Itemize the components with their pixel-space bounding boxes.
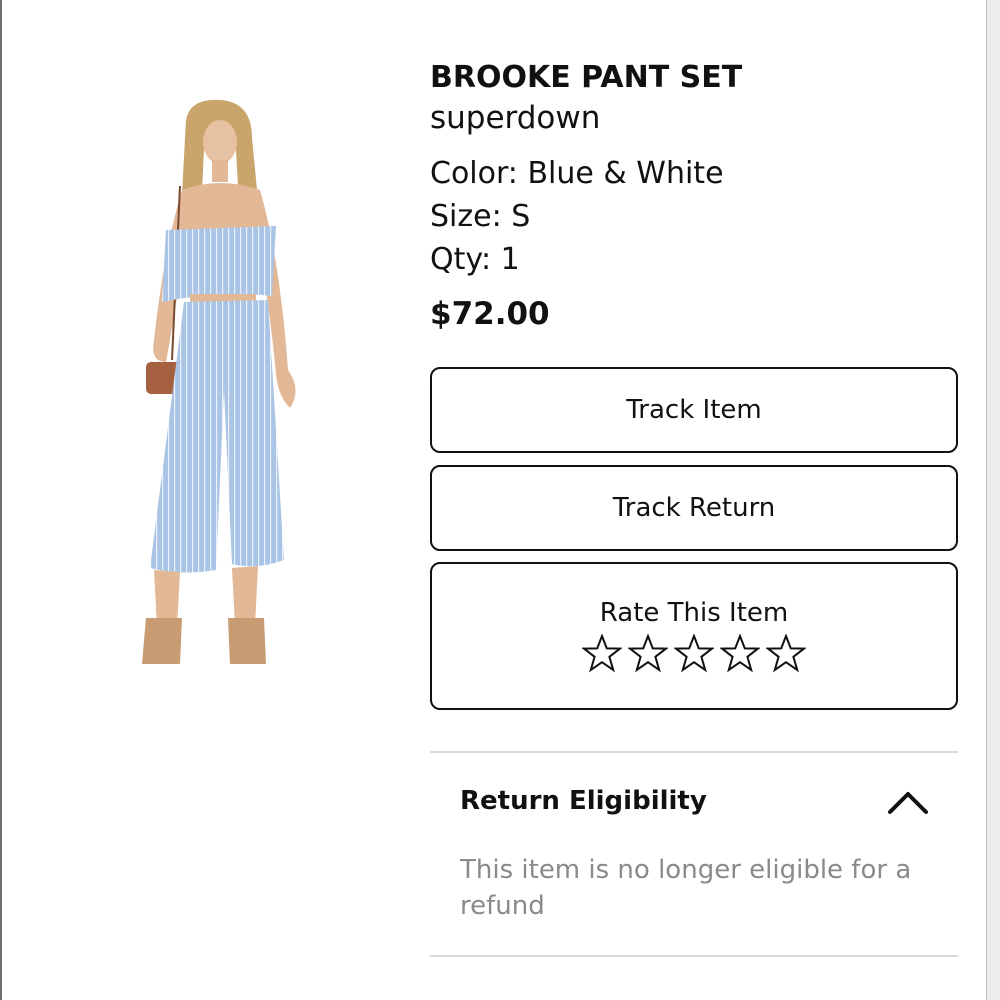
track-return-label: Track Return [612,493,776,523]
product-price: $72.00 [430,296,550,332]
star-outline-icon[interactable] [582,634,622,674]
product-color: Color: Blue & White [430,156,724,191]
section-divider [430,955,958,957]
star-outline-icon[interactable] [766,634,806,674]
star-outline-icon[interactable] [674,634,714,674]
rate-item-panel: Rate This Item [430,562,958,710]
return-eligibility-title: Return Eligibility [460,786,707,816]
star-outline-icon[interactable] [720,634,760,674]
rate-item-label: Rate This Item [599,598,789,628]
track-item-label: Track Item [626,395,762,425]
track-item-button[interactable]: Track Item [430,367,958,453]
product-qty: Qty: 1 [430,242,520,277]
track-return-button[interactable]: Track Return [430,465,958,551]
chevron-up-icon[interactable] [886,788,930,818]
return-eligibility-message: This item is no longer eligible for a re… [460,855,912,921]
product-title: BROOKE PANT SET [430,60,743,95]
product-image [142,99,296,664]
return-eligibility-toggle[interactable]: Return Eligibility [430,760,958,850]
star-outline-icon[interactable] [628,634,668,674]
window-left-edge [0,0,2,1000]
product-brand: superdown [430,100,601,136]
star-rating [582,634,806,674]
scrollbar-track[interactable] [986,0,1000,1000]
section-divider [430,751,958,753]
product-size: Size: S [430,199,531,234]
